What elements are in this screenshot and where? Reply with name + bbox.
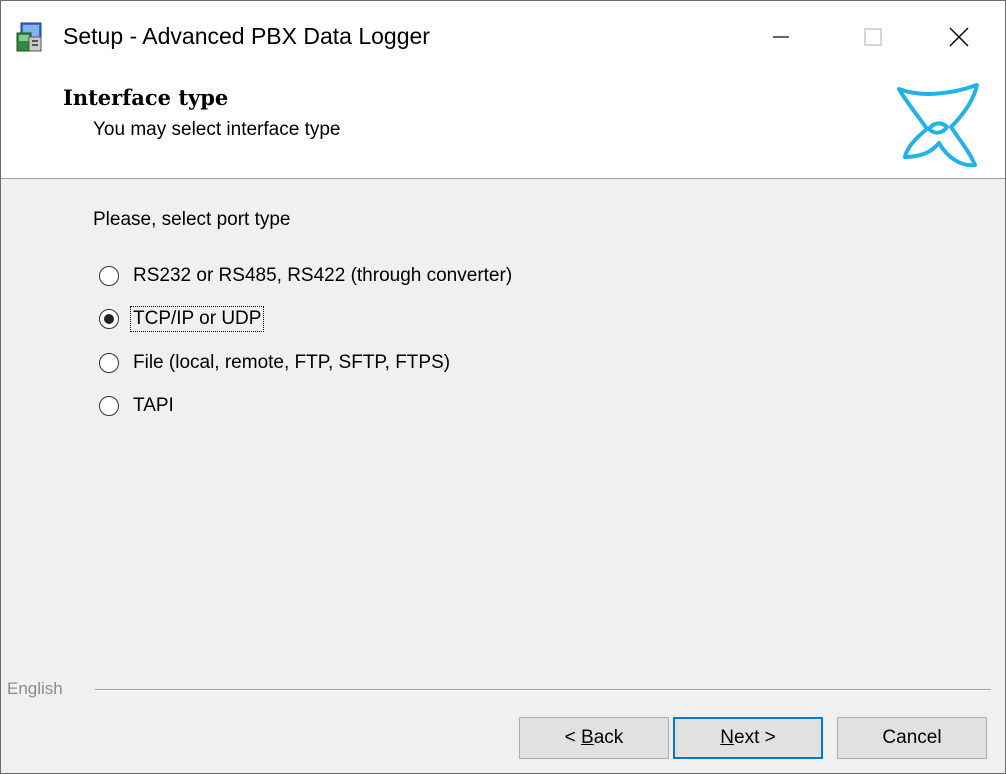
radio-option-serial[interactable]: RS232 or RS485, RS422 (through converter… xyxy=(99,261,514,291)
radio-selected-dot xyxy=(104,314,114,324)
radio-label: File (local, remote, FTP, SFTP, FTPS) xyxy=(133,352,451,373)
title-bar[interactable]: Setup - Advanced PBX Data Logger xyxy=(1,1,1005,73)
close-button[interactable] xyxy=(913,1,1005,73)
wizard-header: Interface type You may select interface … xyxy=(1,73,1005,179)
radio-button[interactable] xyxy=(99,353,119,373)
setup-installer-icon xyxy=(16,22,42,52)
maximize-button[interactable] xyxy=(827,1,919,73)
page-subtitle: You may select interface type xyxy=(93,119,341,140)
maximize-icon xyxy=(864,28,882,46)
close-icon xyxy=(949,27,969,47)
radio-option-tapi[interactable]: TAPI xyxy=(99,391,176,421)
window-title: Setup - Advanced PBX Data Logger xyxy=(63,23,430,49)
radio-label: TCP/IP or UDP xyxy=(129,306,265,332)
back-button-rest: ack xyxy=(593,727,624,748)
port-type-prompt: Please, select port type xyxy=(93,209,291,230)
radio-label: RS232 or RS485, RS422 (through converter… xyxy=(133,265,513,286)
page-title: Interface type xyxy=(63,85,229,110)
next-button-mnemonic: N xyxy=(720,727,734,748)
radio-button[interactable] xyxy=(99,309,119,329)
radio-option-tcpip[interactable]: TCP/IP or UDP xyxy=(99,304,265,334)
minimize-button[interactable] xyxy=(735,1,827,73)
radio-button[interactable] xyxy=(99,396,119,416)
language-label: English xyxy=(7,679,63,698)
footer-divider xyxy=(95,689,991,691)
minimize-icon xyxy=(773,36,789,38)
back-button-prefix: < xyxy=(564,727,582,748)
next-button[interactable]: Next > xyxy=(673,717,823,759)
back-button[interactable]: < Back xyxy=(519,717,669,759)
propeller-logo-icon xyxy=(897,83,979,168)
setup-window: Setup - Advanced PBX Data Logger Interfa… xyxy=(0,0,1006,774)
radio-button[interactable] xyxy=(99,266,119,286)
radio-option-file[interactable]: File (local, remote, FTP, SFTP, FTPS) xyxy=(99,348,452,378)
cancel-button[interactable]: Cancel xyxy=(837,717,987,759)
next-button-rest: ext > xyxy=(734,727,776,748)
radio-label: TAPI xyxy=(133,395,174,416)
back-button-mnemonic: B xyxy=(581,727,594,748)
